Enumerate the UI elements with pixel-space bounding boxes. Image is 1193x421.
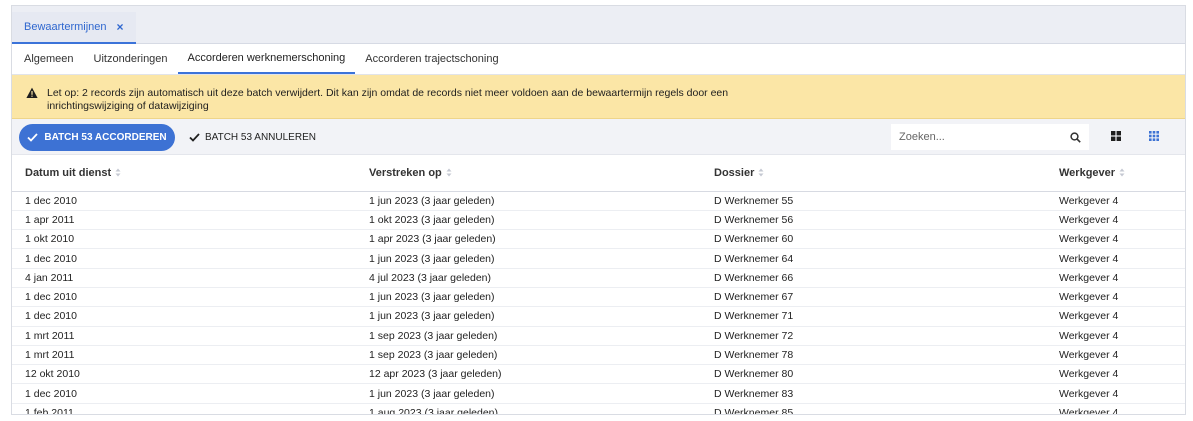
cell-verstreken-op: 1 jun 2023 (3 jaar geleden) xyxy=(356,306,701,327)
cell-verstreken-op: 1 jun 2023 (3 jaar geleden) xyxy=(356,191,701,211)
table-row[interactable]: 1 apr 2011 1 okt 2023 (3 jaar geleden) D W… xyxy=(12,210,1185,231)
table-row[interactable]: 1 okt 2010 1 apr 2023 (3 jaar geleden) D W… xyxy=(12,229,1185,250)
cell-verstreken-op: 1 apr 2023 (3 jaar geleden) xyxy=(356,229,701,250)
cell-datum-uit-dienst: 1 feb 2011 xyxy=(12,403,356,414)
grid-view-icon[interactable] xyxy=(1109,129,1123,143)
search-input[interactable] xyxy=(899,131,1070,143)
table-row[interactable]: 1 dec 2010 1 jun 2023 (3 jaar geleden) D W… xyxy=(12,287,1185,308)
sort-icon[interactable] xyxy=(115,168,121,177)
cell-werkgever: Werkgever 4 xyxy=(1046,287,1185,308)
column-header-verstreken-op[interactable]: Verstreken op xyxy=(356,155,701,192)
sort-icon[interactable] xyxy=(446,168,452,177)
column-header-label: Werkgever xyxy=(1059,166,1116,179)
cell-werkgever: Werkgever 4 xyxy=(1046,191,1185,211)
sort-icon[interactable] xyxy=(758,168,764,177)
tab-algemeen[interactable]: Algemeen xyxy=(14,44,84,74)
tab-accorderen-werknemerschoning[interactable]: Accorderen werknemerschoning xyxy=(177,44,356,74)
column-header-datum-uit-dienst[interactable]: Datum uit dienst xyxy=(12,155,356,192)
cell-werkgever: Werkgever 4 xyxy=(1046,210,1185,231)
approve-batch-label: BATCH 53 ACCORDEREN xyxy=(44,132,167,143)
cell-werkgever: Werkgever 4 xyxy=(1046,229,1185,250)
sort-icon[interactable] xyxy=(1119,168,1125,177)
warning-text: Let op: 2 records zijn automatisch uit d… xyxy=(47,87,729,112)
cell-datum-uit-dienst: 12 okt 2010 xyxy=(12,364,356,385)
cell-datum-uit-dienst: 1 okt 2010 xyxy=(12,229,356,250)
table-header-row: Datum uit dienst Verstreken op Dossier W… xyxy=(12,155,1185,192)
tab-label: Bewaartermijnen xyxy=(24,21,107,33)
cell-dossier: D Werknemer 71 xyxy=(701,306,1046,327)
cell-datum-uit-dienst: 1 apr 2011 xyxy=(12,210,356,231)
table-row[interactable]: 1 mrt 2011 1 sep 2023 (3 jaar geleden) D W… xyxy=(12,326,1185,346)
warning-banner: Let op: 2 records zijn automatisch uit d… xyxy=(12,75,1185,119)
table-row[interactable]: 1 dec 2010 1 jun 2023 (3 jaar geleden) D W… xyxy=(12,306,1185,327)
cell-werkgever: Werkgever 4 xyxy=(1046,364,1185,385)
approve-batch-button[interactable]: BATCH 53 ACCORDEREN xyxy=(19,124,175,151)
cell-werkgever: Werkgever 4 xyxy=(1046,326,1185,346)
tab-uitzonderingen[interactable]: Uitzonderingen xyxy=(84,44,178,74)
cell-verstreken-op: 1 okt 2023 (3 jaar geleden) xyxy=(356,210,701,231)
column-header-werkgever[interactable]: Werkgever xyxy=(1046,155,1185,192)
check-icon xyxy=(189,133,200,142)
column-header-dossier[interactable]: Dossier xyxy=(701,155,1046,192)
close-icon[interactable]: × xyxy=(117,20,124,34)
app-frame: Bewaartermijnen × Algemeen Uitzonderinge… xyxy=(11,5,1186,415)
cell-werkgever: Werkgever 4 xyxy=(1046,383,1185,404)
cell-werkgever: Werkgever 4 xyxy=(1046,248,1185,269)
cell-verstreken-op: 1 jun 2023 (3 jaar geleden) xyxy=(356,383,701,404)
records-table: Datum uit dienst Verstreken op Dossier W… xyxy=(12,155,1185,414)
table-row[interactable]: 1 feb 2011 1 aug 2023 (3 jaar geleden) D W… xyxy=(12,403,1185,414)
cell-dossier: D Werknemer 60 xyxy=(701,229,1046,250)
list-view-icon[interactable] xyxy=(1147,129,1161,143)
cell-datum-uit-dienst: 1 dec 2010 xyxy=(12,248,356,269)
column-header-label: Datum uit dienst xyxy=(25,166,112,179)
warning-icon xyxy=(26,87,38,98)
cell-dossier: D Werknemer 64 xyxy=(701,248,1046,269)
cell-verstreken-op: 12 apr 2023 (3 jaar geleden) xyxy=(356,364,701,385)
cell-verstreken-op: 4 jul 2023 (3 jaar geleden) xyxy=(356,268,701,288)
table-row[interactable]: 12 okt 2010 12 apr 2023 (3 jaar geleden) D… xyxy=(12,364,1185,385)
toolbar: BATCH 53 ACCORDEREN BATCH 53 ANNULEREN xyxy=(12,119,1185,155)
tab-accorderen-trajectschoning[interactable]: Accorderen trajectschoning xyxy=(355,44,508,74)
table-row[interactable]: 4 jan 2011 4 jul 2023 (3 jaar geleden) D W… xyxy=(12,268,1185,288)
cell-dossier: D Werknemer 78 xyxy=(701,345,1046,366)
column-header-label: Dossier xyxy=(714,166,755,179)
cell-werkgever: Werkgever 4 xyxy=(1046,403,1185,414)
table-row[interactable]: 1 dec 2010 1 jun 2023 (3 jaar geleden) D W… xyxy=(12,248,1185,269)
cell-verstreken-op: 1 sep 2023 (3 jaar geleden) xyxy=(356,345,701,366)
search-box xyxy=(891,124,1089,150)
sub-tab-bar: Algemeen Uitzonderingen Accorderen werkn… xyxy=(12,44,1185,75)
cell-dossier: D Werknemer 80 xyxy=(701,364,1046,385)
column-header-label: Verstreken op xyxy=(369,166,442,179)
cell-datum-uit-dienst: 1 dec 2010 xyxy=(12,306,356,327)
cell-datum-uit-dienst: 1 dec 2010 xyxy=(12,383,356,404)
cell-dossier: D Werknemer 67 xyxy=(701,287,1046,308)
cell-datum-uit-dienst: 1 mrt 2011 xyxy=(12,326,356,346)
search-icon[interactable] xyxy=(1070,131,1081,143)
cell-dossier: D Werknemer 56 xyxy=(701,210,1046,231)
table-row[interactable]: 1 dec 2010 1 jun 2023 (3 jaar geleden) D W… xyxy=(12,383,1185,404)
check-icon xyxy=(27,133,39,142)
cell-werkgever: Werkgever 4 xyxy=(1046,306,1185,327)
cell-dossier: D Werknemer 72 xyxy=(701,326,1046,346)
table-row[interactable]: 1 dec 2010 1 jun 2023 (3 jaar geleden) D W… xyxy=(12,191,1185,211)
cell-verstreken-op: 1 aug 2023 (3 jaar geleden) xyxy=(356,403,701,414)
cancel-batch-button[interactable]: BATCH 53 ANNULEREN xyxy=(189,124,316,151)
tab-bewaartermijnen[interactable]: Bewaartermijnen × xyxy=(12,12,136,44)
cell-verstreken-op: 1 jun 2023 (3 jaar geleden) xyxy=(356,248,701,269)
cell-werkgever: Werkgever 4 xyxy=(1046,268,1185,288)
cell-dossier: D Werknemer 85 xyxy=(701,403,1046,414)
cell-dossier: D Werknemer 55 xyxy=(701,191,1046,211)
cell-datum-uit-dienst: 1 dec 2010 xyxy=(12,191,356,211)
cell-datum-uit-dienst: 4 jan 2011 xyxy=(12,268,356,288)
cell-werkgever: Werkgever 4 xyxy=(1046,345,1185,366)
document-tab-bar: Bewaartermijnen × xyxy=(12,6,1185,44)
cell-verstreken-op: 1 jun 2023 (3 jaar geleden) xyxy=(356,287,701,308)
table-row[interactable]: 1 mrt 2011 1 sep 2023 (3 jaar geleden) D W… xyxy=(12,345,1185,366)
cell-verstreken-op: 1 sep 2023 (3 jaar geleden) xyxy=(356,326,701,346)
cell-datum-uit-dienst: 1 dec 2010 xyxy=(12,287,356,308)
cell-datum-uit-dienst: 1 mrt 2011 xyxy=(12,345,356,366)
cell-dossier: D Werknemer 83 xyxy=(701,383,1046,404)
cancel-batch-label: BATCH 53 ANNULEREN xyxy=(205,132,316,143)
cell-dossier: D Werknemer 66 xyxy=(701,268,1046,288)
